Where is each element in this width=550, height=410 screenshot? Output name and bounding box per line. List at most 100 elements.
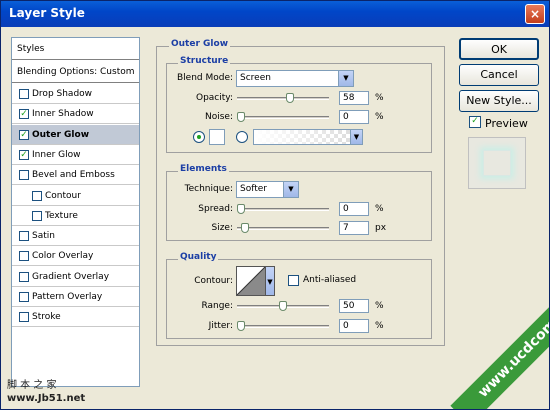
spread-slider-track[interactable]	[237, 208, 329, 211]
preview-label: Preview	[485, 117, 528, 130]
watermark-site-url: www.Jb51.net	[7, 393, 86, 404]
style-item-stroke[interactable]: Stroke	[12, 307, 139, 328]
preview-glow	[483, 150, 511, 176]
style-item-color-overlay[interactable]: Color Overlay	[12, 246, 139, 267]
style-checkbox[interactable]	[19, 170, 29, 181]
style-item-texture[interactable]: Texture	[12, 206, 139, 226]
cancel-button[interactable]: Cancel	[459, 64, 539, 86]
style-item-label: Inner Shadow	[32, 109, 94, 120]
range-slider-handle[interactable]	[279, 301, 287, 311]
style-item-inner-glow[interactable]: ✓ Inner Glow	[12, 145, 139, 165]
technique-label: Technique:	[184, 184, 233, 194]
new-style-button[interactable]: New Style...	[459, 90, 539, 112]
style-item-label: Contour	[45, 190, 81, 201]
gradient-radio[interactable]	[236, 131, 248, 143]
style-checkbox[interactable]	[19, 271, 29, 282]
opacity-slider-track[interactable]	[237, 97, 329, 100]
watermark-site-cn: 脚 本 之 家	[7, 380, 57, 391]
size-input[interactable]: 7	[339, 221, 369, 235]
solid-color-radio[interactable]	[193, 131, 205, 143]
elements-title: Elements	[178, 164, 229, 174]
opacity-unit: %	[375, 93, 384, 103]
style-checkbox[interactable]	[19, 312, 29, 323]
styles-header[interactable]: Styles	[12, 38, 139, 60]
jitter-slider-handle[interactable]	[237, 321, 245, 331]
size-slider-handle[interactable]	[241, 223, 249, 233]
style-checkbox[interactable]	[19, 292, 29, 302]
size-unit: px	[375, 223, 387, 233]
contour-preview[interactable]	[236, 266, 266, 296]
glow-color-swatch[interactable]	[209, 129, 225, 145]
blend-mode-value: Screen	[240, 73, 271, 83]
blending-options-item[interactable]: Blending Options: Custom	[12, 61, 139, 83]
preview-swatch	[468, 137, 526, 189]
blend-mode-select[interactable]: Screen ▼	[236, 70, 354, 87]
range-label: Range:	[201, 301, 233, 311]
style-item-label: Inner Glow	[32, 149, 81, 160]
radio-selected-dot	[197, 135, 201, 139]
style-checkbox[interactable]: ✓	[19, 109, 29, 120]
style-checkbox[interactable]: ✓	[19, 149, 29, 160]
chevron-down-icon: ▼	[338, 71, 353, 86]
style-item-outer-glow[interactable]: ✓ Outer Glow	[12, 124, 139, 145]
quality-title: Quality	[178, 252, 219, 262]
style-checkbox[interactable]	[19, 251, 29, 262]
style-item-label: Stroke	[32, 312, 61, 323]
anti-aliased-checkbox[interactable]	[288, 275, 299, 286]
style-item-satin[interactable]: Satin	[12, 226, 139, 247]
jitter-slider-track[interactable]	[237, 325, 329, 328]
opacity-input[interactable]: 58	[339, 91, 369, 105]
noise-slider-handle[interactable]	[237, 112, 245, 122]
contour-label: Contour:	[194, 276, 233, 286]
blend-mode-label: Blend Mode:	[177, 73, 234, 83]
ok-button[interactable]: OK	[459, 38, 539, 60]
jitter-label: Jitter:	[208, 321, 233, 331]
opacity-label: Opacity:	[196, 93, 233, 103]
style-item-label: Color Overlay	[32, 251, 94, 262]
style-item-pattern-overlay[interactable]: Pattern Overlay	[12, 287, 139, 307]
chevron-down-icon[interactable]: ▼	[266, 266, 275, 296]
preview-checkbox[interactable]: ✓	[469, 116, 481, 128]
style-item-bevel-and-emboss[interactable]: Bevel and Emboss	[12, 165, 139, 186]
style-item-contour[interactable]: Contour	[12, 186, 139, 206]
range-input[interactable]: 50	[339, 299, 369, 313]
style-item-drop-shadow[interactable]: Drop Shadow	[12, 84, 139, 104]
noise-unit: %	[375, 112, 384, 122]
style-item-label: Satin	[32, 231, 55, 242]
range-unit: %	[375, 301, 384, 311]
spread-slider-handle[interactable]	[237, 204, 245, 214]
style-item-label: Bevel and Emboss	[32, 170, 115, 181]
style-item-label: Texture	[45, 210, 78, 221]
style-item-label: Drop Shadow	[32, 89, 93, 99]
anti-aliased-label: Anti-aliased	[303, 275, 357, 285]
style-item-label: Gradient Overlay	[32, 271, 110, 282]
outer-glow-title: Outer Glow	[169, 39, 231, 49]
close-icon[interactable]: ×	[525, 4, 545, 24]
chevron-down-icon: ▼	[283, 182, 298, 197]
contour-curve-icon	[236, 266, 266, 296]
jitter-input[interactable]: 0	[339, 319, 369, 333]
style-checkbox[interactable]: ✓	[19, 129, 29, 140]
gradient-picker[interactable]: ▼	[253, 129, 363, 145]
window-title: Layer Style	[9, 6, 85, 20]
title-bar[interactable]: Layer Style ×	[1, 1, 549, 27]
styles-list: Styles Blending Options: Custom Drop Sha…	[11, 37, 140, 387]
spread-input[interactable]: 0	[339, 202, 369, 216]
noise-input[interactable]: 0	[339, 110, 369, 124]
structure-title: Structure	[178, 56, 231, 66]
technique-value: Softer	[240, 184, 267, 194]
style-item-inner-shadow[interactable]: ✓ Inner Shadow	[12, 104, 139, 125]
style-checkbox[interactable]	[19, 231, 29, 242]
size-slider-track[interactable]	[237, 227, 329, 230]
style-checkbox[interactable]	[19, 89, 29, 99]
noise-label: Noise:	[205, 112, 233, 122]
style-item-label: Outer Glow	[32, 129, 90, 140]
opacity-slider-handle[interactable]	[285, 93, 294, 103]
style-checkbox[interactable]	[32, 210, 42, 221]
jitter-unit: %	[375, 321, 384, 331]
style-checkbox[interactable]	[32, 190, 42, 201]
noise-slider-track[interactable]	[237, 116, 329, 119]
style-item-gradient-overlay[interactable]: Gradient Overlay	[12, 267, 139, 287]
chevron-down-icon[interactable]: ▼	[350, 130, 362, 144]
technique-select[interactable]: Softer ▼	[236, 181, 299, 198]
